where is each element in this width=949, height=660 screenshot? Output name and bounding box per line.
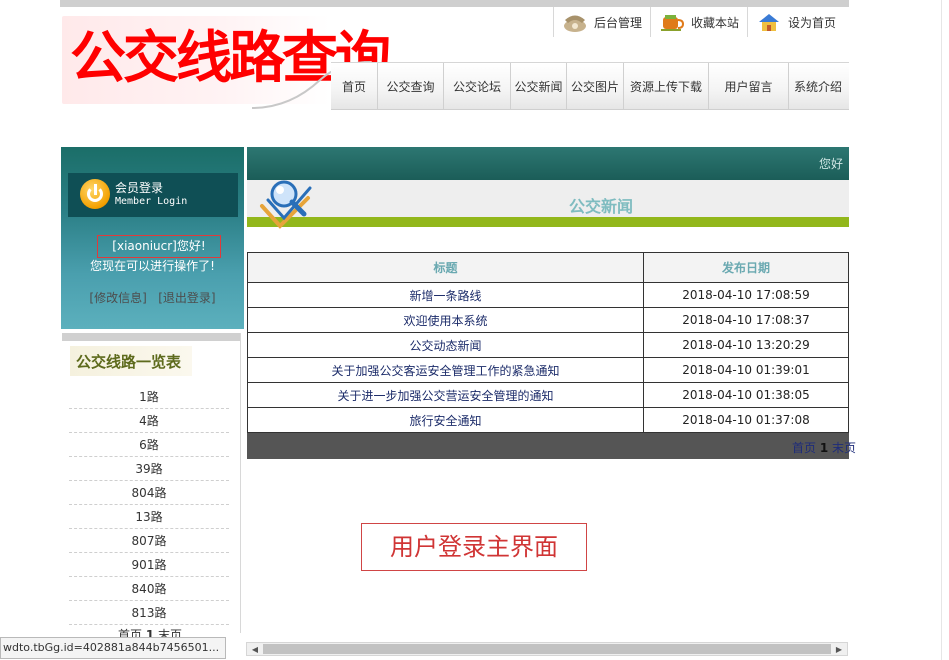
main-nav: 首页 公交查询 公交论坛 公交新闻 公交图片 资源上传下载 用户留言 系统介绍 [331, 62, 849, 110]
route-item[interactable]: 6路 [69, 433, 229, 457]
route-list: 1路 4路 6路 39路 804路 13路 807路 901路 840路 813… [69, 385, 229, 625]
news-section-header [247, 180, 849, 217]
login-links: [修改信息] [退出登录] [61, 289, 244, 306]
welcome-text: 您好 [818, 157, 843, 171]
news-header-underline [247, 217, 849, 227]
power-icon [80, 179, 110, 209]
route-item[interactable]: 4路 [69, 409, 229, 433]
news-date: 2018-04-10 01:39:01 [643, 357, 849, 383]
news-title-link[interactable]: 旅行安全通知 [247, 407, 644, 433]
table-row: 旅行安全通知 2018-04-10 01:37:08 [247, 407, 849, 433]
house-icon [759, 14, 780, 31]
login-title: 会员登录 [115, 181, 164, 195]
news-date: 2018-04-10 17:08:59 [643, 282, 849, 308]
nav-about[interactable]: 系统介绍 [789, 63, 847, 109]
magnifier-pencil-icon [260, 180, 312, 229]
bookmark-link-label: 收藏本站 [691, 15, 740, 30]
bookmark-link[interactable]: 收藏本站 [650, 7, 747, 37]
news-date: 2018-04-10 17:08:37 [643, 307, 849, 333]
news-date: 2018-04-10 01:37:08 [643, 407, 849, 433]
member-login-panel: 会员登录 Member Login [xiaoniucr]您好! 您现在可以进行… [61, 147, 244, 329]
news-date: 2018-04-10 01:38:05 [643, 382, 849, 408]
login-header: 会员登录 Member Login [68, 173, 238, 217]
route-item[interactable]: 807路 [69, 529, 229, 553]
news-pager-first[interactable]: 首页 [792, 441, 816, 455]
phone-icon [564, 15, 586, 32]
set-homepage-label: 设为首页 [788, 15, 837, 30]
route-item[interactable]: 813路 [69, 601, 229, 625]
horizontal-scrollbar[interactable]: ◀ ▶ [246, 642, 848, 656]
table-row: 关于进一步加强公交营运安全管理的通知 2018-04-10 01:38:05 [247, 382, 849, 408]
route-item[interactable]: 13路 [69, 505, 229, 529]
news-table-header: 标题 发布日期 [247, 252, 849, 283]
news-pager: 首页 1 末页 [792, 439, 856, 456]
login-subtitle: Member Login [115, 196, 188, 207]
routes-title: 公交线路一览表 [76, 353, 182, 371]
routes-header: 公交线路一览表 [70, 346, 192, 376]
news-title-link[interactable]: 欢迎使用本系统 [247, 307, 644, 333]
route-item[interactable]: 804路 [69, 481, 229, 505]
sidebar-divider [240, 333, 241, 633]
scroll-right-arrow-icon[interactable]: ▶ [832, 644, 846, 656]
route-item[interactable]: 1路 [69, 385, 229, 409]
route-item[interactable]: 840路 [69, 577, 229, 601]
nav-home[interactable]: 首页 [331, 63, 378, 109]
news-section-title: 公交新闻 [569, 197, 634, 216]
column-date: 发布日期 [643, 252, 849, 283]
news-pager-last[interactable]: 末页 [832, 441, 856, 455]
cup-icon [661, 15, 685, 31]
route-item[interactable]: 901路 [69, 553, 229, 577]
edit-info-link[interactable]: [修改信息] [89, 291, 146, 305]
top-band [60, 0, 849, 7]
scroll-left-arrow-icon[interactable]: ◀ [248, 644, 262, 656]
window-edge [941, 0, 942, 660]
news-title-link[interactable]: 新增一条路线 [247, 282, 644, 308]
news-pager-bar: 首页 1 末页 [247, 433, 856, 459]
nav-bus-query[interactable]: 公交查询 [378, 63, 444, 109]
news-pager-current: 1 [819, 441, 829, 455]
logout-link[interactable]: [退出登录] [158, 291, 215, 305]
scrollbar-thumb[interactable] [263, 644, 831, 654]
nav-messages[interactable]: 用户留言 [709, 63, 789, 109]
table-row: 新增一条路线 2018-04-10 17:08:59 [247, 282, 849, 308]
admin-link-label: 后台管理 [594, 15, 643, 30]
table-row: 欢迎使用本系统 2018-04-10 17:08:37 [247, 307, 849, 333]
greeting-text: [xiaoniucr]您好! [97, 235, 221, 258]
set-homepage-link[interactable]: 设为首页 [747, 7, 844, 37]
news-title-link[interactable]: 公交动态新闻 [247, 332, 644, 358]
nav-resources[interactable]: 资源上传下载 [624, 63, 709, 109]
screenshot-caption: 用户登录主界面 [361, 523, 587, 571]
top-links: 后台管理 收藏本站 设为首页 [553, 7, 844, 37]
table-row: 公交动态新闻 2018-04-10 13:20:29 [247, 332, 849, 358]
news-table: 标题 发布日期 新增一条路线 2018-04-10 17:08:59 欢迎使用本… [247, 252, 849, 433]
news-title-link[interactable]: 关于加强公交客运安全管理工作的紧急通知 [247, 357, 644, 383]
login-message: 您现在可以进行操作了! [90, 259, 215, 273]
table-row: 关于加强公交客运安全管理工作的紧急通知 2018-04-10 01:39:01 [247, 357, 849, 383]
main-header-bar: 您好 [247, 147, 849, 180]
news-date: 2018-04-10 13:20:29 [643, 332, 849, 358]
status-url-bar: wdto.tbGg.id=402881a844b7456501... [0, 637, 226, 659]
news-title-link[interactable]: 关于进一步加强公交营运安全管理的通知 [247, 382, 644, 408]
nav-bus-forum[interactable]: 公交论坛 [444, 63, 511, 109]
nav-bus-photos[interactable]: 公交图片 [567, 63, 624, 109]
sidebar-separator [62, 333, 240, 341]
column-title: 标题 [247, 252, 644, 283]
nav-bus-news[interactable]: 公交新闻 [511, 63, 567, 109]
admin-link[interactable]: 后台管理 [553, 7, 650, 37]
route-item[interactable]: 39路 [69, 457, 229, 481]
